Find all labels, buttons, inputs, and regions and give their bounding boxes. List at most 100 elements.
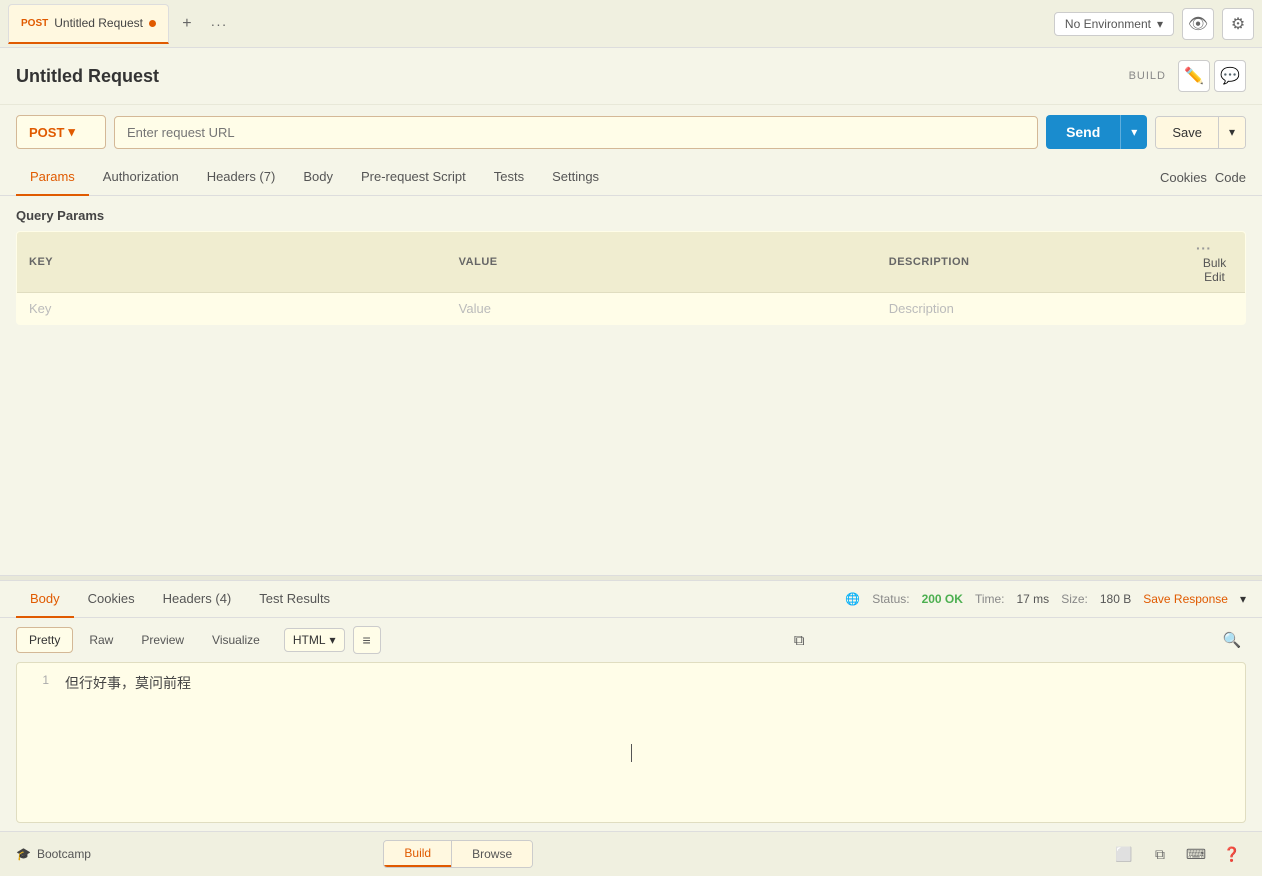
chevron-down-icon: ▾ xyxy=(330,633,336,647)
col-key-header: KEY xyxy=(17,232,447,293)
url-input[interactable] xyxy=(114,116,1038,149)
format-type-selector[interactable]: HTML ▾ xyxy=(284,628,345,652)
desc-cell[interactable]: Description xyxy=(877,293,1184,325)
send-dropdown-button[interactable]: ▾ xyxy=(1120,115,1147,149)
size-value: 180 B xyxy=(1100,592,1131,606)
bootcamp-icon: 🎓 xyxy=(16,847,31,861)
save-dropdown-button[interactable]: ▾ xyxy=(1218,117,1245,148)
copy-icon-button[interactable]: ⧉ xyxy=(785,626,813,654)
line-number-1: 1 xyxy=(29,673,49,687)
save-response-button[interactable]: Save Response xyxy=(1143,592,1228,606)
browse-button[interactable]: Browse xyxy=(452,841,532,867)
tab-right-actions: Cookies Code xyxy=(1160,170,1246,185)
tab-headers[interactable]: Headers (7) xyxy=(193,159,290,196)
col-desc-header: DESCRIPTION xyxy=(877,232,1184,293)
help-icon-button[interactable]: ❓ xyxy=(1218,840,1246,868)
tab-untitled-request[interactable]: POST Untitled Request xyxy=(8,4,169,44)
cursor-area xyxy=(17,703,1245,822)
resp-tab-headers[interactable]: Headers (4) xyxy=(149,581,246,618)
response-status: 🌐 Status: 200 OK Time: 17 ms Size: 180 B… xyxy=(845,592,1246,606)
send-button-group: Send ▾ xyxy=(1046,115,1147,149)
tab-title: Untitled Request xyxy=(54,16,143,30)
response-line-1: 1 但行好事，莫问前程 xyxy=(17,663,1245,703)
size-label: Size: xyxy=(1061,592,1088,606)
code-link[interactable]: Code xyxy=(1215,170,1246,185)
cookies-link[interactable]: Cookies xyxy=(1160,170,1207,185)
settings-icon-button[interactable]: ⚙ xyxy=(1222,8,1254,40)
format-tab-visualize[interactable]: Visualize xyxy=(200,628,272,652)
url-bar: POST ▾ Send ▾ Save ▾ xyxy=(0,105,1262,159)
format-tab-raw[interactable]: Raw xyxy=(77,628,125,652)
value-cell[interactable]: Value xyxy=(447,293,877,325)
wrap-button[interactable]: ≡ xyxy=(353,626,381,654)
keyboard-icon-button[interactable]: ⌨ xyxy=(1182,840,1210,868)
globe-icon: 🌐 xyxy=(845,592,860,606)
send-button[interactable]: Send xyxy=(1046,115,1120,149)
env-label: No Environment xyxy=(1065,17,1151,31)
page-header: Untitled Request BUILD ✏️ 💬 xyxy=(0,48,1262,105)
params-table: KEY VALUE DESCRIPTION ··· Bulk Edit Key … xyxy=(16,231,1246,325)
sidebar-icon-button[interactable]: ⬜ xyxy=(1110,840,1138,868)
add-tab-button[interactable]: + xyxy=(173,10,201,38)
tab-bar-right: No Environment ▾ 👁 ⚙ xyxy=(1054,8,1254,40)
desc-placeholder: Description xyxy=(889,301,954,316)
build-label: BUILD xyxy=(1129,70,1166,82)
format-type-label: HTML xyxy=(293,633,326,647)
table-row: Key Value Description xyxy=(17,293,1246,325)
mid-spacer xyxy=(0,325,1262,575)
resp-tab-body[interactable]: Body xyxy=(16,581,74,618)
bulk-edit-button[interactable]: Bulk Edit xyxy=(1196,256,1233,284)
comment-icon-button[interactable]: 💬 xyxy=(1214,60,1246,92)
split-icon-button[interactable]: ⧉ xyxy=(1146,840,1174,868)
tab-pre-request-script[interactable]: Pre-request Script xyxy=(347,159,480,196)
response-text-1: 但行好事，莫问前程 xyxy=(65,673,191,693)
status-label: Status: xyxy=(872,592,909,606)
status-value: 200 OK xyxy=(922,592,963,606)
action-cell xyxy=(1184,293,1245,325)
format-tab-pretty[interactable]: Pretty xyxy=(16,627,73,653)
time-value: 17 ms xyxy=(1017,592,1050,606)
format-tab-preview[interactable]: Preview xyxy=(129,628,196,652)
build-button[interactable]: Build xyxy=(384,841,451,867)
tab-bar: POST Untitled Request + ··· No Environme… xyxy=(0,0,1262,48)
text-cursor xyxy=(631,744,632,762)
tab-params[interactable]: Params xyxy=(16,159,89,196)
tab-modified-dot xyxy=(149,20,156,27)
bootcamp-label: Bootcamp xyxy=(37,847,91,861)
table-options-icon[interactable]: ··· xyxy=(1196,240,1212,256)
value-placeholder: Value xyxy=(459,301,491,316)
bootcamp-button[interactable]: 🎓 Bootcamp xyxy=(16,847,91,861)
key-placeholder: Key xyxy=(29,301,51,316)
eye-icon-button[interactable]: 👁 xyxy=(1182,8,1214,40)
save-button-group: Save ▾ xyxy=(1155,116,1246,149)
tab-settings[interactable]: Settings xyxy=(538,159,613,196)
response-content: 1 但行好事，莫问前程 xyxy=(16,662,1246,823)
query-params-title: Query Params xyxy=(16,208,1246,223)
wrap-icon: ≡ xyxy=(362,632,370,648)
save-response-dropdown-icon[interactable]: ▾ xyxy=(1240,592,1246,606)
chevron-down-icon: ▾ xyxy=(68,124,75,140)
params-section: Query Params KEY VALUE DESCRIPTION ··· B… xyxy=(0,196,1262,325)
build-browse-group: Build Browse xyxy=(383,840,533,868)
response-tabs-bar: Body Cookies Headers (4) Test Results 🌐 … xyxy=(0,581,1262,618)
search-icon-button[interactable]: 🔍 xyxy=(1218,626,1246,654)
time-label: Time: xyxy=(975,592,1005,606)
tab-body[interactable]: Body xyxy=(289,159,347,196)
response-section: Body Cookies Headers (4) Test Results 🌐 … xyxy=(0,581,1262,831)
edit-icon-button[interactable]: ✏️ xyxy=(1178,60,1210,92)
page-title: Untitled Request xyxy=(16,66,1129,87)
col-value-header: VALUE xyxy=(447,232,877,293)
bottom-bar: 🎓 Bootcamp Build Browse ⬜ ⧉ ⌨ ❓ xyxy=(0,831,1262,876)
more-tabs-button[interactable]: ··· xyxy=(205,10,233,38)
tab-tests[interactable]: Tests xyxy=(480,159,538,196)
save-button[interactable]: Save xyxy=(1156,117,1218,148)
resp-tab-cookies[interactable]: Cookies xyxy=(74,581,149,618)
bottom-icons: ⬜ ⧉ ⌨ ❓ xyxy=(1110,840,1246,868)
tab-method-badge: POST xyxy=(21,18,48,29)
chevron-down-icon: ▾ xyxy=(1157,17,1163,31)
method-selector[interactable]: POST ▾ xyxy=(16,115,106,149)
tab-authorization[interactable]: Authorization xyxy=(89,159,193,196)
key-cell[interactable]: Key xyxy=(17,293,447,325)
environment-selector[interactable]: No Environment ▾ xyxy=(1054,12,1174,36)
resp-tab-test-results[interactable]: Test Results xyxy=(245,581,344,618)
